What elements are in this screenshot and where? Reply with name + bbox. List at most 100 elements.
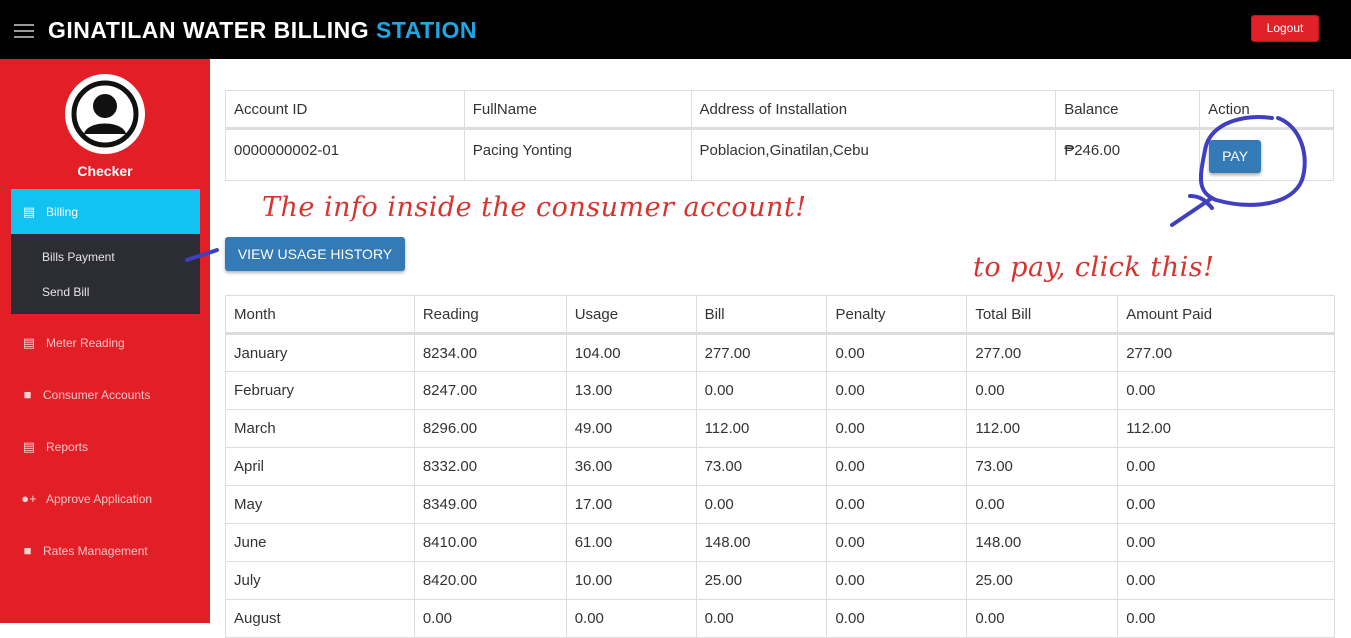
- sidebar-item-meter-reading[interactable]: ▤ Meter Reading: [20, 335, 125, 351]
- column-header: Reading: [413, 295, 567, 335]
- month-cell: June: [225, 523, 415, 562]
- month-cell: May: [225, 485, 415, 524]
- usage-cell: 13.00: [565, 371, 697, 410]
- sidebar-item-label: Approve Application: [46, 491, 153, 506]
- amount-paid-cell: 277.00: [1117, 333, 1335, 372]
- reading-cell: 8332.00: [413, 447, 567, 486]
- bill-cell: 0.00: [695, 371, 828, 410]
- usage-history-table: Month Reading Usage Bill Penalty Total B…: [225, 295, 1335, 638]
- billing-submenu: Bills Payment Send Bill: [11, 234, 200, 314]
- table-row: June 8410.00 61.00 148.00 0.00 148.00 0.00: [225, 523, 1335, 562]
- bill-cell: 73.00: [695, 447, 828, 486]
- main-content: Account ID FullName Address of Installat…: [210, 59, 1351, 638]
- penalty-cell: 0.00: [826, 561, 968, 600]
- month-cell: March: [225, 409, 415, 448]
- action-cell: PAY: [1199, 128, 1334, 181]
- view-usage-history-button[interactable]: VIEW USAGE HISTORY: [225, 237, 405, 271]
- column-header: Total Bill: [966, 295, 1119, 335]
- installation-address: Poblacion,Ginatilan,Cebu: [690, 128, 1057, 181]
- penalty-cell: 0.00: [826, 409, 968, 448]
- month-cell: July: [225, 561, 415, 600]
- usage-cell: 17.00: [565, 485, 697, 524]
- bill-cell: 112.00: [695, 409, 828, 448]
- column-header: Address of Installation: [690, 90, 1057, 130]
- column-header: Amount Paid: [1117, 295, 1335, 335]
- meter-icon: ▤: [22, 335, 36, 350]
- sidebar-item-label: Consumer Accounts: [43, 387, 151, 402]
- usage-cell: 49.00: [565, 409, 697, 448]
- usage-cell: 36.00: [565, 447, 697, 486]
- account-table-header: Account ID FullName Address of Installat…: [225, 90, 1334, 130]
- column-header: Penalty: [826, 295, 968, 335]
- bill-cell: 148.00: [695, 523, 828, 562]
- column-header: Action: [1199, 90, 1334, 130]
- reports-icon: ▤: [22, 439, 36, 454]
- total-bill-cell: 112.00: [966, 409, 1119, 448]
- sidebar-item-label: Rates Management: [43, 543, 148, 558]
- billing-icon: ▤: [22, 203, 36, 219]
- table-row: March 8296.00 49.00 112.00 0.00 112.00 112.00: [225, 409, 1335, 448]
- total-bill-cell: 148.00: [966, 523, 1119, 562]
- rates-icon: ■: [23, 543, 32, 558]
- reading-cell: 8420.00: [413, 561, 567, 600]
- logout-button[interactable]: Logout: [1251, 15, 1319, 42]
- penalty-cell: 0.00: [826, 333, 968, 372]
- penalty-cell: 0.00: [826, 485, 968, 524]
- account-table: Account ID FullName Address of Installat…: [225, 90, 1334, 181]
- total-bill-cell: 0.00: [966, 371, 1119, 410]
- column-header: Bill: [695, 295, 828, 335]
- contacts-icon: ■: [23, 387, 32, 402]
- pay-annotation: to pay, click this!: [973, 252, 1215, 283]
- info-annotation: The info inside the consumer account!: [262, 192, 807, 223]
- hamburger-icon[interactable]: [14, 24, 34, 38]
- sidebar-item-rates-management[interactable]: ■ Rates Management: [20, 543, 148, 558]
- bill-cell: 277.00: [695, 333, 828, 372]
- column-header: Month: [225, 295, 415, 335]
- month-cell: February: [225, 371, 415, 410]
- usage-cell: 104.00: [565, 333, 697, 372]
- amount-paid-cell: 0.00: [1117, 485, 1335, 524]
- history-table-header: Month Reading Usage Bill Penalty Total B…: [225, 295, 1335, 335]
- month-cell: August: [225, 599, 415, 638]
- total-bill-cell: 277.00: [966, 333, 1119, 372]
- column-header: Account ID: [225, 90, 465, 130]
- sidebar-subitem-bills-payment[interactable]: Bills Payment: [42, 250, 115, 264]
- reading-cell: 8247.00: [413, 371, 567, 410]
- sidebar-item-consumer-accounts[interactable]: ■ Consumer Accounts: [20, 387, 151, 402]
- reading-cell: 8234.00: [413, 333, 567, 372]
- penalty-cell: 0.00: [826, 523, 968, 562]
- table-row: February 8247.00 13.00 0.00 0.00 0.00 0.00: [225, 371, 1335, 410]
- amount-paid-cell: 0.00: [1117, 447, 1335, 486]
- top-navbar: GINATILAN WATER BILLING STATION Logout: [0, 0, 1351, 59]
- total-bill-cell: 0.00: [966, 485, 1119, 524]
- table-row: January 8234.00 104.00 277.00 0.00 277.00 277.…: [225, 333, 1335, 372]
- usage-cell: 61.00: [565, 523, 697, 562]
- pay-button[interactable]: PAY: [1209, 140, 1262, 173]
- sidebar-item-label: Billing: [46, 204, 79, 219]
- bill-cell: 0.00: [695, 599, 828, 638]
- table-row: 0000000002-01 Pacing Yonting Poblacion,G…: [225, 128, 1334, 181]
- amount-paid-cell: 0.00: [1117, 561, 1335, 600]
- column-header: Balance: [1055, 90, 1201, 130]
- usage-cell: 0.00: [565, 599, 697, 638]
- usage-cell: 10.00: [565, 561, 697, 600]
- sidebar-item-label: Meter Reading: [46, 336, 125, 350]
- amount-paid-cell: 0.00: [1117, 523, 1335, 562]
- penalty-cell: 0.00: [826, 447, 968, 486]
- user-avatar-icon: [65, 74, 145, 154]
- reading-cell: 8410.00: [413, 523, 567, 562]
- table-row: August 0.00 0.00 0.00 0.00 0.00 0.00: [225, 599, 1335, 638]
- sidebar-item-billing[interactable]: ▤ Billing: [11, 189, 200, 234]
- sidebar-subitem-send-bill[interactable]: Send Bill: [42, 285, 89, 299]
- column-header: Usage: [565, 295, 697, 335]
- month-cell: January: [225, 333, 415, 372]
- sidebar-item-approve-application[interactable]: ●+ Approve Application: [20, 491, 152, 506]
- app-title-main: GINATILAN WATER BILLING: [48, 17, 370, 43]
- reading-cell: 8296.00: [413, 409, 567, 448]
- penalty-cell: 0.00: [826, 599, 968, 638]
- amount-paid-cell: 0.00: [1117, 599, 1335, 638]
- full-name: Pacing Yonting: [463, 128, 692, 181]
- bill-cell: 0.00: [695, 485, 828, 524]
- sidebar-item-reports[interactable]: ▤ Reports: [20, 439, 88, 455]
- table-row: May 8349.00 17.00 0.00 0.00 0.00 0.00: [225, 485, 1335, 524]
